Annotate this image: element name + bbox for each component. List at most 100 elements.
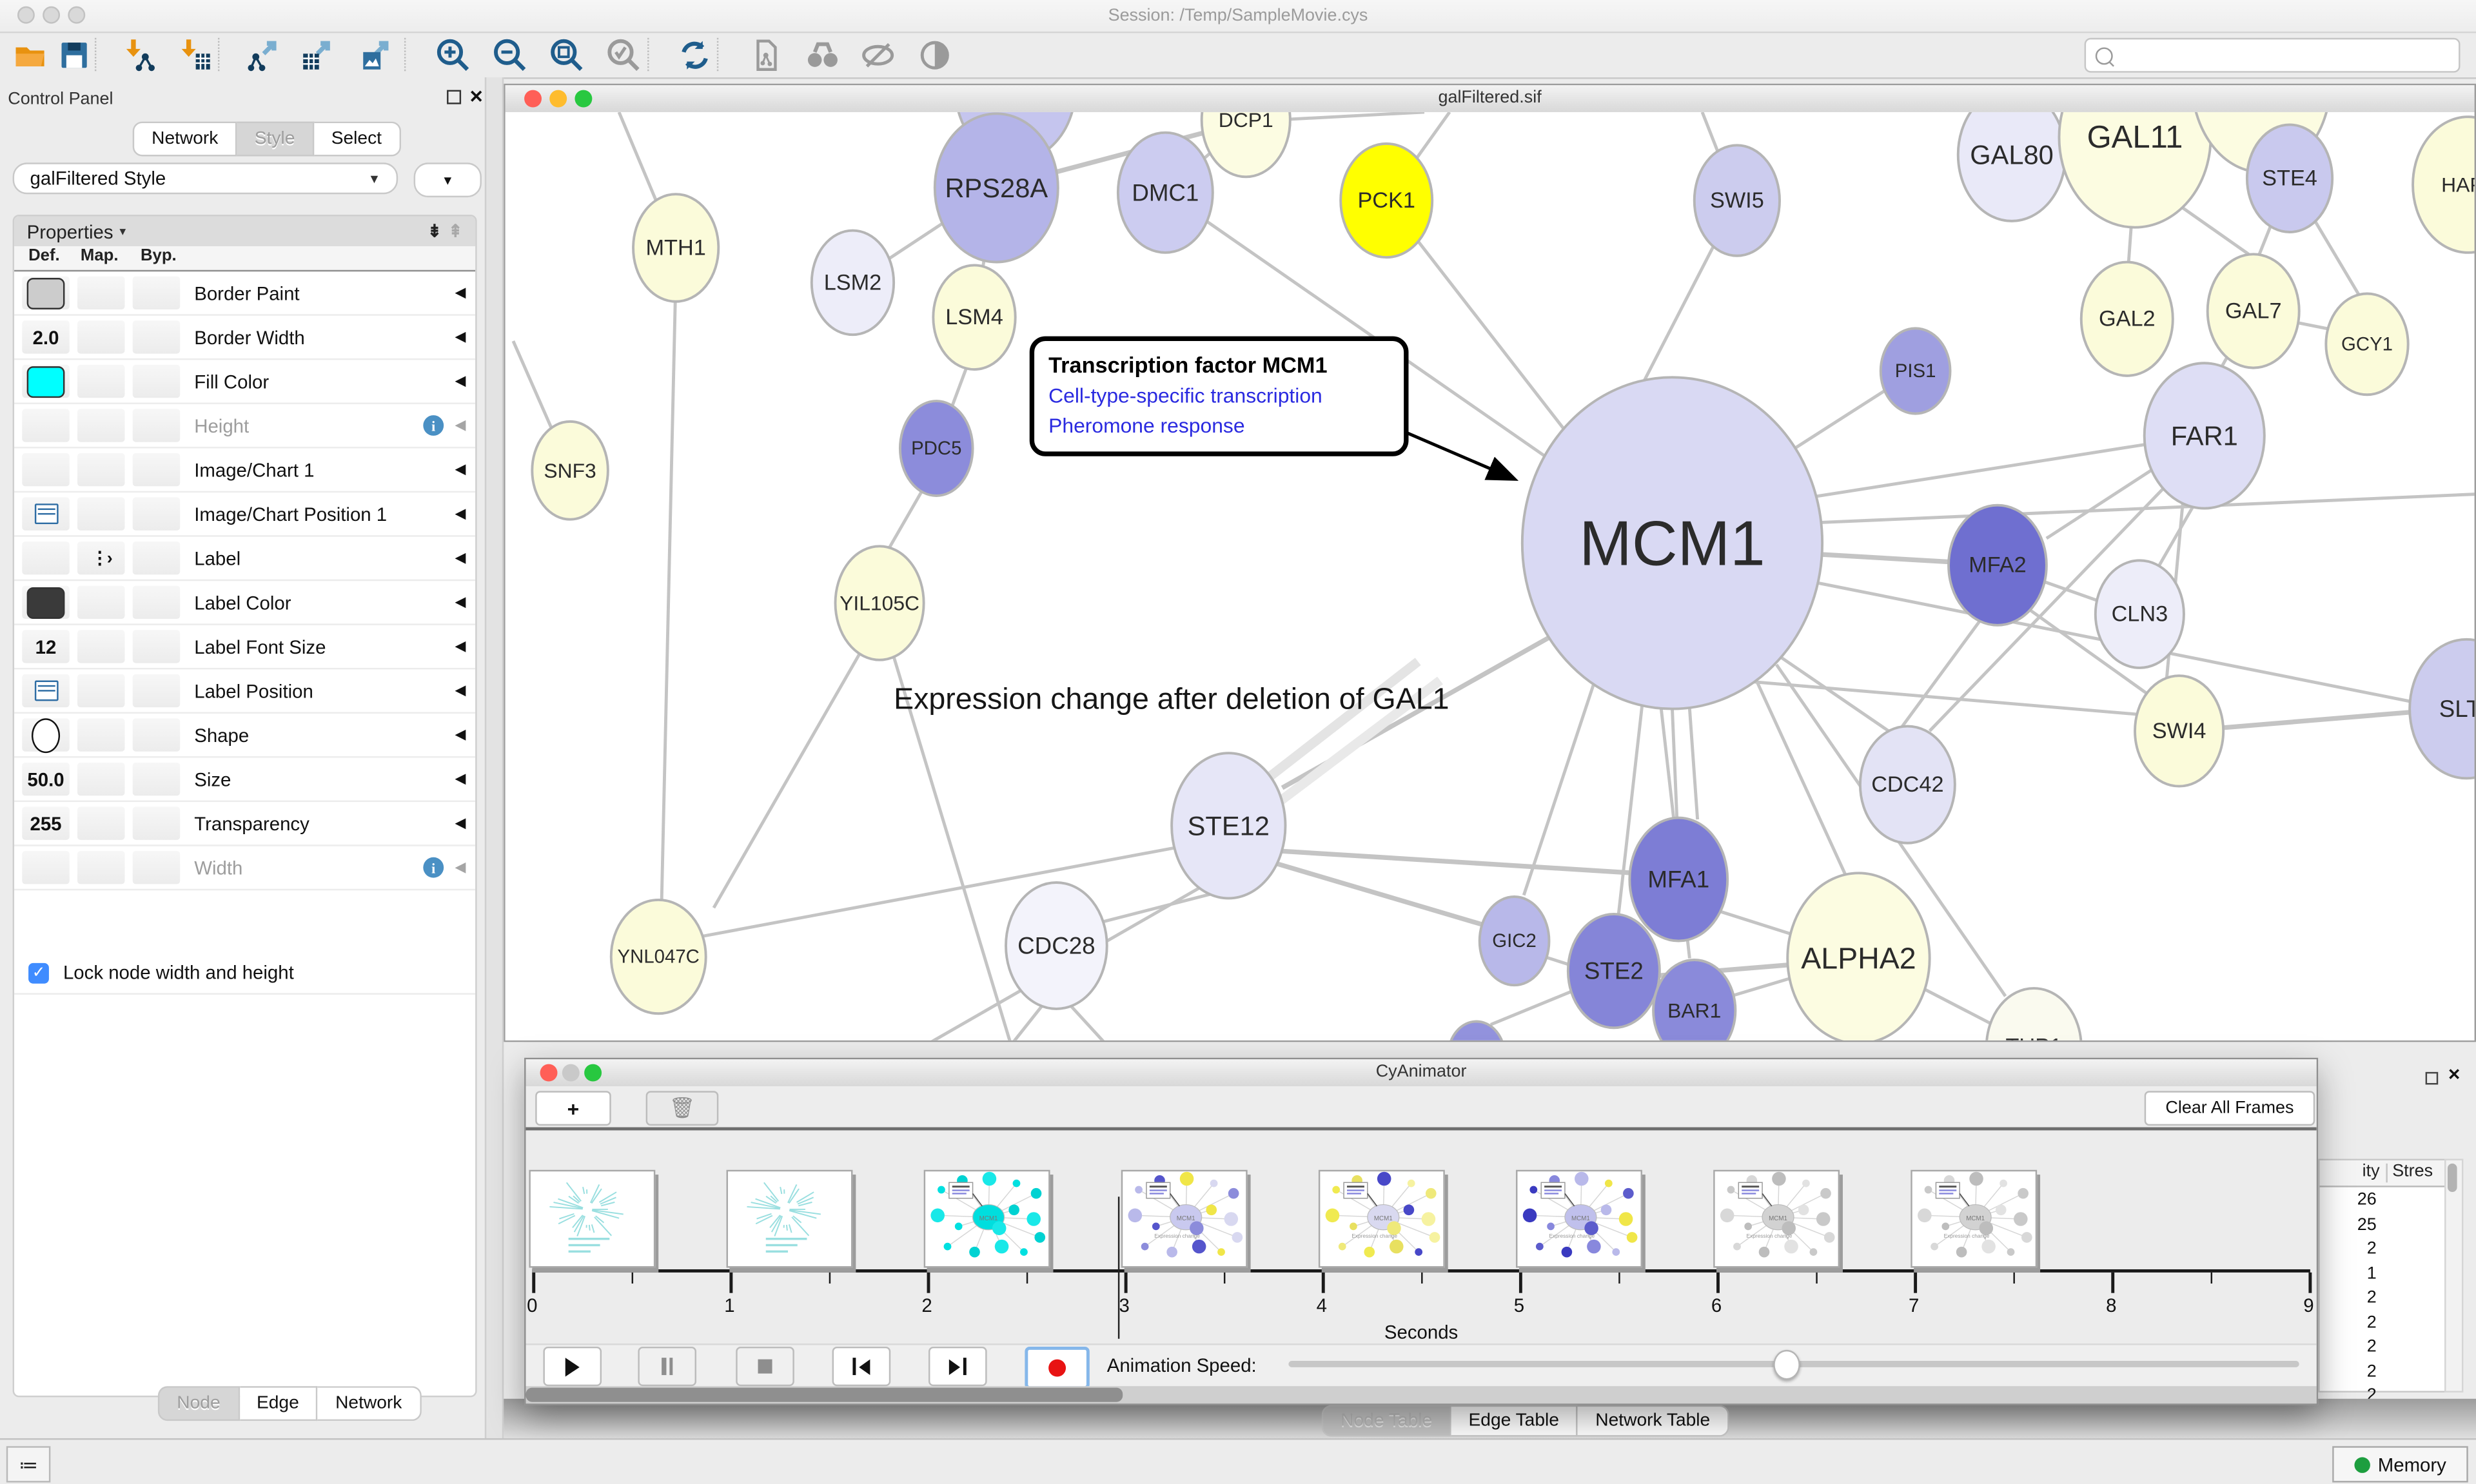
collapse-arrow-icon[interactable]: ◀ xyxy=(455,594,466,611)
network-node-gal7[interactable]: GAL7 xyxy=(2208,254,2299,367)
bypass-cell[interactable] xyxy=(133,763,180,796)
color-swatch[interactable] xyxy=(27,587,65,618)
open-session-icon[interactable] xyxy=(10,36,51,74)
frame-thumbnail-2[interactable]: MCM1 xyxy=(924,1170,1050,1268)
frame-thumbnail-1[interactable] xyxy=(727,1170,853,1268)
collapse-all-icon[interactable]: ⇞ xyxy=(448,221,463,242)
show-all-icon[interactable] xyxy=(914,36,956,74)
default-cell[interactable] xyxy=(22,497,69,530)
bypass-cell[interactable] xyxy=(133,851,180,884)
network-node-pck1[interactable]: PCK1 xyxy=(1341,144,1432,257)
mapping-cell[interactable] xyxy=(77,674,124,707)
network-edge[interactable] xyxy=(1819,494,2474,523)
bypass-cell[interactable] xyxy=(133,586,180,619)
bypass-cell[interactable] xyxy=(133,542,180,574)
default-value[interactable]: 12 xyxy=(35,636,57,658)
network-edge[interactable] xyxy=(1753,672,1847,879)
table-cell[interactable]: 2 xyxy=(2367,1313,2377,1331)
network-node-gal80[interactable]: GAL80 xyxy=(1958,112,2066,221)
network-edge[interactable] xyxy=(662,275,676,901)
property-row-label-font-size[interactable]: 12Label Font Size◀ xyxy=(14,625,475,670)
collapse-arrow-icon[interactable]: ◀ xyxy=(455,859,466,876)
discrete-mapping-icon[interactable]: ⋮› xyxy=(91,548,111,569)
mcm1-annotation[interactable]: Transcription factor MCM1 Cell-type-spec… xyxy=(1030,337,1409,456)
default-cell[interactable] xyxy=(22,674,69,707)
network-edge[interactable] xyxy=(1070,1006,1105,1040)
network-edge[interactable] xyxy=(1731,977,1794,996)
column-divider[interactable] xyxy=(2386,1164,2387,1182)
import-network-icon[interactable] xyxy=(120,36,161,74)
network-edge[interactable] xyxy=(1901,620,1980,728)
bypass-cell[interactable] xyxy=(133,497,180,530)
default-cell[interactable]: 12 xyxy=(22,630,69,663)
default-cell[interactable] xyxy=(22,409,69,442)
style-tab-node[interactable]: Node xyxy=(158,1386,239,1421)
bypass-cell[interactable] xyxy=(133,806,180,839)
collapse-arrow-icon[interactable]: ◀ xyxy=(455,770,466,788)
bypass-cell[interactable] xyxy=(133,718,180,751)
bypass-cell[interactable] xyxy=(133,409,180,442)
mapping-cell[interactable] xyxy=(77,718,124,751)
mapping-cell[interactable] xyxy=(77,277,124,309)
collapse-arrow-icon[interactable]: ◀ xyxy=(455,417,466,434)
bypass-cell[interactable] xyxy=(133,630,180,663)
network-edge[interactable] xyxy=(1800,444,2151,499)
collapse-arrow-icon[interactable]: ◀ xyxy=(455,638,466,655)
tab-network[interactable]: Network xyxy=(133,122,237,157)
default-cell[interactable]: 255 xyxy=(22,806,69,839)
collapse-arrow-icon[interactable]: ◀ xyxy=(455,505,466,523)
frame-thumbnail-3[interactable]: MCM1Expression change xyxy=(1121,1170,1248,1268)
network-node-slt2[interactable]: SLT2 xyxy=(2410,639,2474,779)
network-window-titlebar[interactable]: galFiltered.sif xyxy=(506,85,2475,113)
tab-node-table[interactable]: Node Table xyxy=(1322,1405,1451,1437)
bypass-cell[interactable] xyxy=(133,365,180,398)
tab-network-table[interactable]: Network Table xyxy=(1578,1405,1729,1437)
save-session-icon[interactable] xyxy=(54,36,95,74)
network-node-ste2[interactable]: STE2 xyxy=(1568,914,1660,1028)
table-cell[interactable]: 2 xyxy=(2367,1362,2377,1380)
network-edge[interactable] xyxy=(1271,862,1484,925)
network-edge[interactable] xyxy=(887,488,923,551)
info-icon[interactable]: i xyxy=(423,415,444,436)
previous-frame-button[interactable] xyxy=(832,1347,891,1386)
network-node-ste4[interactable]: STE4 xyxy=(2247,124,2332,232)
mapping-cell[interactable] xyxy=(77,320,124,353)
column-header-stress[interactable]: Stres xyxy=(2392,1162,2433,1180)
zoom-selected-icon[interactable] xyxy=(604,36,645,74)
expand-all-icon[interactable]: ⇟ xyxy=(427,221,442,242)
network-node-gic2[interactable]: GIC2 xyxy=(1480,897,1549,985)
property-row-image-chart-position-1[interactable]: Image/Chart Position 1◀ xyxy=(14,493,475,537)
network-edge[interactable] xyxy=(714,652,861,908)
network-edge[interactable] xyxy=(1279,851,1635,873)
collapse-arrow-icon[interactable]: ◀ xyxy=(455,727,466,744)
network-node-cln3[interactable]: CLN3 xyxy=(2096,560,2184,668)
playhead[interactable] xyxy=(1118,1196,1119,1338)
network-node-gcy1[interactable]: GCY1 xyxy=(2326,294,2408,395)
network-node-far1[interactable]: FAR1 xyxy=(2145,363,2265,508)
default-cell[interactable] xyxy=(22,718,69,751)
collapse-arrow-icon[interactable]: ◀ xyxy=(455,328,466,346)
property-row-label-position[interactable]: Label Position◀ xyxy=(14,669,475,714)
bypass-cell[interactable] xyxy=(133,277,180,309)
annotation-link-2[interactable]: Pheromone response xyxy=(1048,414,1390,438)
properties-header[interactable]: Properties ▾ ⇟ ⇞ xyxy=(14,217,475,247)
bypass-cell[interactable] xyxy=(133,453,180,486)
property-row-fill-color[interactable]: Fill Color◀ xyxy=(14,360,475,404)
color-swatch[interactable] xyxy=(27,366,65,397)
network-canvas[interactable]: RPS28BRPS28ADMC1DCP1PCK1MTH1LSM2LSM4SNF3… xyxy=(506,112,2475,1040)
mapping-cell[interactable] xyxy=(77,365,124,398)
network-node-snf3[interactable]: SNF3 xyxy=(532,422,608,520)
default-cell[interactable] xyxy=(22,365,69,398)
float-panel-icon[interactable] xyxy=(2426,1072,2439,1085)
network-node-yil105c[interactable]: YIL105C xyxy=(836,546,924,659)
default-cell[interactable]: 2.0 xyxy=(22,320,69,353)
mapping-cell[interactable] xyxy=(77,409,124,442)
import-table-icon[interactable] xyxy=(175,36,217,74)
tab-style[interactable]: Style xyxy=(237,122,314,157)
collapse-arrow-icon[interactable]: ◀ xyxy=(455,284,466,302)
record-button[interactable] xyxy=(1025,1347,1089,1389)
network-node-hap2[interactable]: HAP2 xyxy=(2413,117,2475,253)
network-edge[interactable] xyxy=(1491,988,1579,1024)
network-node-swi4[interactable]: SWI4 xyxy=(2135,676,2223,786)
frame-thumbnail-4[interactable]: MCM1Expression change xyxy=(1319,1170,1445,1268)
